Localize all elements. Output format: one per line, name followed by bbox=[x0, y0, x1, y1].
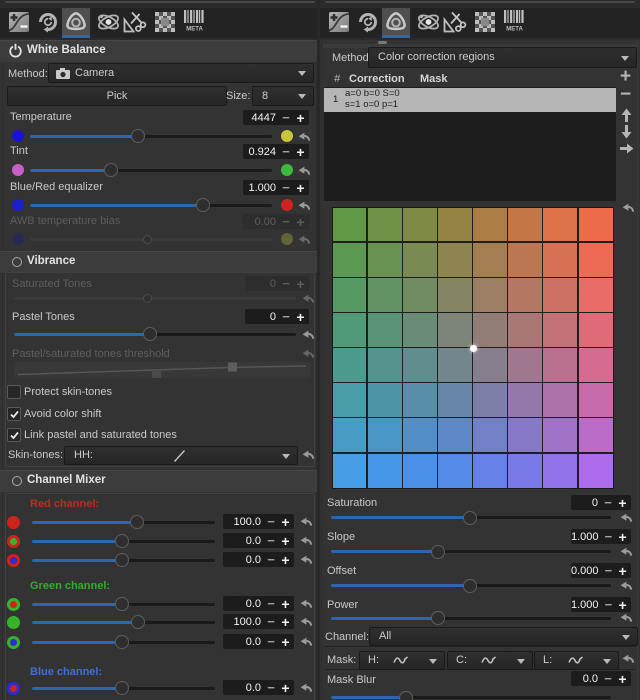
svg-text:META: META bbox=[506, 27, 523, 33]
svg-text:META: META bbox=[186, 27, 203, 33]
